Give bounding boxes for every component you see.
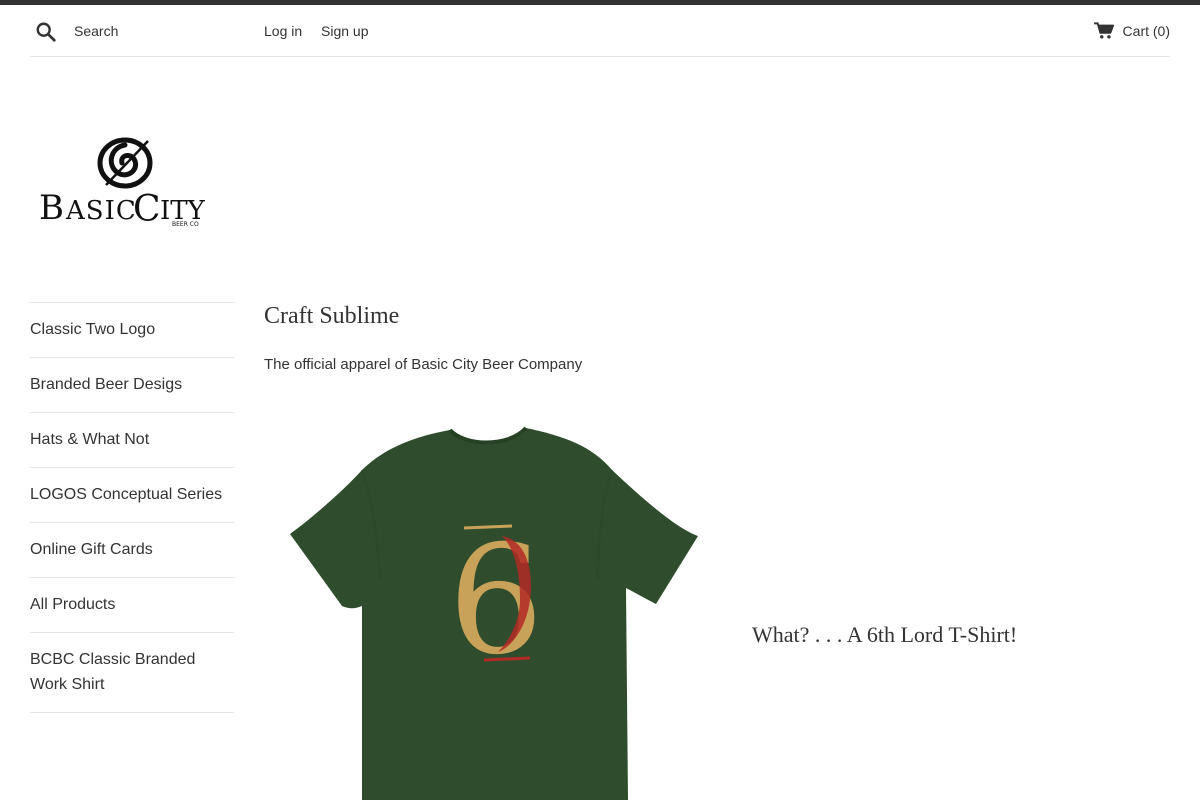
page-title: Craft Sublime: [264, 303, 400, 329]
logo-emblem-icon: [97, 137, 153, 189]
product-image-tshirt[interactable]: 6: [264, 420, 704, 800]
sidebar-item-label: LOGOS Conceptual Series: [30, 486, 223, 503]
sidebar-item-label: BCBC Classic Branded Work Shirt: [30, 651, 196, 693]
shirt-numeral-graphic: 6: [448, 514, 543, 688]
sidebar-item-hats[interactable]: Hats & What Not: [30, 413, 234, 468]
sidebar-item-gift-cards[interactable]: Online Gift Cards: [30, 523, 234, 578]
sidebar-item-label: Online Gift Cards: [30, 541, 153, 558]
sidebar-item-branded-beer-designs[interactable]: Branded Beer Desigs: [30, 358, 234, 413]
collection-main: Craft Sublime The official apparel of Ba…: [264, 302, 1170, 373]
sidebar-item-label: Hats & What Not: [30, 431, 150, 448]
site-header: Log in Sign up Cart (0): [30, 5, 1170, 57]
sidebar-item-label: Classic Two Logo: [30, 321, 156, 338]
basic-city-logo[interactable]: B ASIC C ITY BEER CO: [36, 135, 211, 231]
sidebar-item-all-products[interactable]: All Products: [30, 578, 234, 633]
sidebar-item-label: All Products: [30, 596, 116, 613]
signup-link[interactable]: Sign up: [321, 23, 368, 39]
search-input[interactable]: [74, 19, 254, 43]
sidebar-item-classic-two-logo[interactable]: Classic Two Logo: [30, 303, 234, 358]
collection-nav: Classic Two Logo Branded Beer Desigs Hat…: [30, 302, 234, 713]
sidebar-item-logos-conceptual[interactable]: LOGOS Conceptual Series: [30, 468, 234, 523]
search-icon[interactable]: [35, 21, 57, 43]
login-link[interactable]: Log in: [264, 23, 302, 39]
svg-text:ASIC: ASIC: [65, 196, 137, 226]
logo-brand-text: B: [39, 188, 65, 228]
svg-text:C: C: [133, 189, 161, 230]
sidebar-item-label: Branded Beer Desigs: [30, 376, 183, 393]
cart-link[interactable]: Cart (0): [1093, 21, 1170, 41]
cart-label: Cart (0): [1122, 23, 1170, 39]
sidebar-item-work-shirt[interactable]: BCBC Classic Branded Work Shirt: [30, 633, 234, 713]
cart-icon: [1093, 22, 1114, 39]
product-caption[interactable]: What? . . . A 6th Lord T-Shirt!: [752, 622, 1017, 648]
collection-description: The official apparel of Basic City Beer …: [264, 356, 583, 373]
logo-sub-text: BEER CO: [172, 221, 199, 228]
